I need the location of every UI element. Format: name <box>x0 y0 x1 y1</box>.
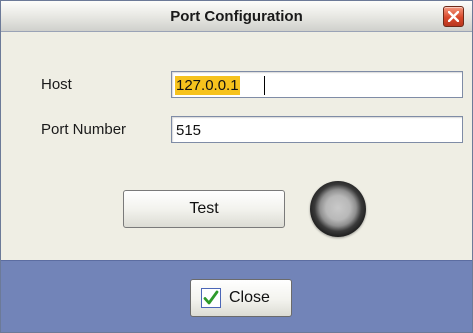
host-label: Host <box>41 76 72 93</box>
port-number-label: Port Number <box>41 121 127 138</box>
host-input[interactable]: 127.0.0.1 <box>171 71 463 98</box>
close-button-label: Close <box>229 289 270 306</box>
test-button[interactable]: Test <box>123 190 285 228</box>
x-mark-icon <box>448 11 459 22</box>
text-caret <box>264 76 265 95</box>
port-configuration-dialog: Port Configuration Host 127.0.0.1 Port N… <box>0 0 473 333</box>
title-bar[interactable]: Port Configuration <box>1 1 472 32</box>
button-bar: Close <box>1 260 472 332</box>
port-number-value: 515 <box>176 122 202 139</box>
checkmark-icon <box>201 288 221 308</box>
close-x-icon[interactable] <box>443 6 464 27</box>
close-button[interactable]: Close <box>190 279 292 317</box>
port-number-input[interactable]: 515 <box>171 116 463 143</box>
status-led-icon <box>310 181 366 237</box>
dialog-title: Port Configuration <box>170 8 303 25</box>
host-input-value: 127.0.0.1 <box>175 76 240 95</box>
